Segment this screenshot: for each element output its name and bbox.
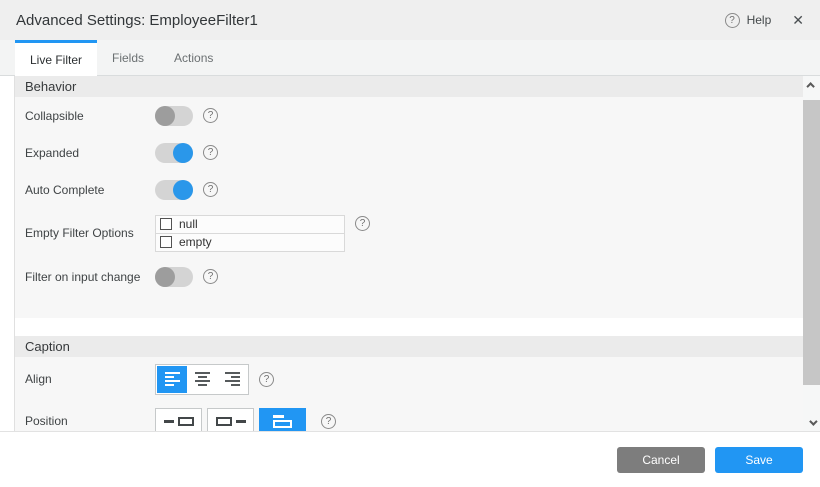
position-label: Position (25, 414, 155, 428)
expanded-toggle[interactable] (155, 143, 193, 163)
position-label-right-button[interactable] (207, 408, 254, 431)
question-icon[interactable]: ? (203, 269, 218, 284)
collapsible-toggle[interactable] (155, 106, 193, 126)
position-row: Position ? (15, 401, 803, 431)
dialog-header: Advanced Settings: EmployeeFilter1 ? Hel… (0, 0, 820, 40)
live-filter-pane: Behavior Collapsible ? Expanded ? Auto C… (14, 76, 803, 431)
help-link[interactable]: Help (747, 13, 772, 27)
filter-on-input-change-toggle[interactable] (155, 267, 193, 287)
scrollbar-thumb[interactable] (803, 100, 820, 385)
chevron-down-icon (809, 417, 817, 425)
empty-filter-options-row: Empty Filter Options null empty ? (15, 208, 803, 258)
auto-complete-row: Auto Complete ? (15, 171, 803, 208)
label-top-icon (273, 415, 292, 428)
align-left-button[interactable] (157, 366, 187, 393)
field-rect-icon (178, 417, 194, 426)
expanded-row: Expanded ? (15, 134, 803, 171)
caption-section-header: Caption (15, 336, 803, 357)
align-center-button[interactable] (187, 366, 217, 393)
close-icon[interactable]: ✕ (792, 12, 804, 29)
option-null-label: null (179, 217, 198, 231)
option-row-null[interactable]: null (155, 215, 345, 234)
question-icon[interactable]: ? (355, 216, 370, 231)
align-left-icon (165, 372, 180, 386)
align-right-button[interactable] (217, 366, 247, 393)
label-dash-icon (164, 420, 174, 423)
collapsible-label: Collapsible (25, 109, 155, 123)
empty-filter-options-label: Empty Filter Options (25, 226, 155, 240)
empty-filter-options-list: null empty (155, 215, 345, 252)
vertical-scrollbar[interactable] (803, 76, 820, 431)
align-button-group (155, 364, 249, 395)
label-dash-icon (236, 420, 246, 423)
align-center-icon (195, 372, 210, 386)
tab-fields[interactable]: Fields (97, 40, 159, 75)
behavior-section-body: Collapsible ? Expanded ? Auto Complete ?… (15, 97, 803, 318)
tab-content: Behavior Collapsible ? Expanded ? Auto C… (0, 76, 820, 431)
behavior-section-header: Behavior (15, 76, 803, 97)
auto-complete-toggle[interactable] (155, 180, 193, 200)
align-row: Align (15, 357, 803, 401)
help-icon[interactable]: ? (725, 13, 740, 28)
dialog-footer: Cancel Save (0, 431, 820, 487)
align-right-icon (225, 372, 240, 386)
cancel-button[interactable]: Cancel (617, 447, 705, 473)
auto-complete-label: Auto Complete (25, 183, 155, 197)
chevron-up-icon (806, 82, 814, 90)
question-icon[interactable]: ? (203, 145, 218, 160)
toggle-knob (155, 106, 175, 126)
filter-on-input-change-row: Filter on input change ? (15, 258, 803, 295)
scroll-down-button[interactable] (803, 414, 820, 431)
advanced-settings-dialog: Advanced Settings: EmployeeFilter1 ? Hel… (0, 0, 820, 487)
toggle-knob (173, 143, 193, 163)
position-label-top-button[interactable] (259, 408, 306, 431)
section-gap (15, 318, 803, 336)
option-empty-label: empty (179, 235, 212, 249)
filter-on-input-change-label: Filter on input change (25, 270, 155, 284)
option-row-empty[interactable]: empty (155, 233, 345, 252)
question-icon[interactable]: ? (203, 108, 218, 123)
tab-actions[interactable]: Actions (159, 40, 228, 75)
toggle-knob (155, 267, 175, 287)
toggle-knob (173, 180, 193, 200)
dialog-title: Advanced Settings: EmployeeFilter1 (16, 12, 258, 29)
question-icon[interactable]: ? (259, 372, 274, 387)
expanded-label: Expanded (25, 146, 155, 160)
tab-bar: Live Filter Fields Actions (0, 40, 820, 76)
field-rect-icon (216, 417, 232, 426)
align-label: Align (25, 372, 155, 386)
tab-live-filter[interactable]: Live Filter (15, 40, 97, 76)
question-icon[interactable]: ? (203, 182, 218, 197)
scroll-up-button[interactable] (803, 76, 820, 93)
position-label-left-button[interactable] (155, 408, 202, 431)
checkbox-empty[interactable] (160, 236, 172, 248)
question-icon[interactable]: ? (321, 414, 336, 429)
checkbox-null[interactable] (160, 218, 172, 230)
collapsible-row: Collapsible ? (15, 97, 803, 134)
caption-section-body: Align (15, 357, 803, 431)
header-actions: ? Help ✕ (725, 12, 804, 29)
save-button[interactable]: Save (715, 447, 803, 473)
